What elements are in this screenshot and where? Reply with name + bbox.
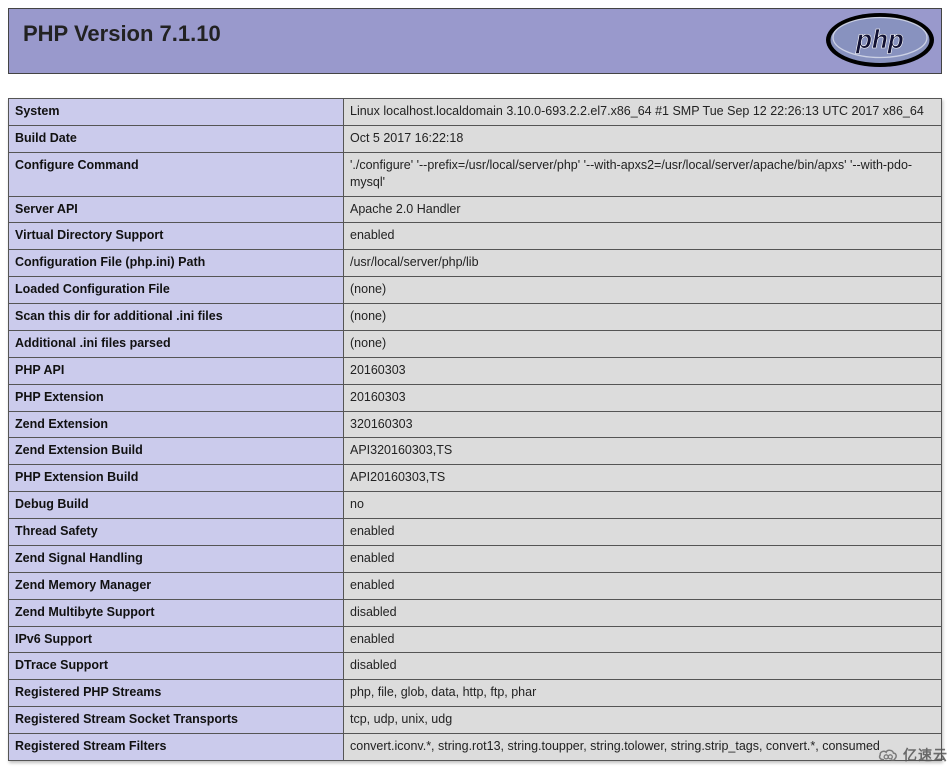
config-key: Registered Stream Filters <box>9 734 344 761</box>
table-row: DTrace Supportdisabled <box>9 653 942 680</box>
table-row: Additional .ini files parsed(none) <box>9 330 942 357</box>
phpinfo-table: SystemLinux localhost.localdomain 3.10.0… <box>8 98 942 761</box>
php-version-banner: PHP Version 7.1.10 php <box>8 8 942 74</box>
table-row: IPv6 Supportenabled <box>9 626 942 653</box>
config-key: Registered PHP Streams <box>9 680 344 707</box>
config-value: API320160303,TS <box>344 438 942 465</box>
config-key: Registered Stream Socket Transports <box>9 707 344 734</box>
table-row: Configure Command'./configure' '--prefix… <box>9 152 942 196</box>
config-value: /usr/local/server/php/lib <box>344 250 942 277</box>
config-key: Additional .ini files parsed <box>9 330 344 357</box>
config-value: 320160303 <box>344 411 942 438</box>
config-key: Debug Build <box>9 492 344 519</box>
table-row: Zend Memory Managerenabled <box>9 572 942 599</box>
config-value: enabled <box>344 572 942 599</box>
table-row: Configuration File (php.ini) Path/usr/lo… <box>9 250 942 277</box>
config-key: Scan this dir for additional .ini files <box>9 304 344 331</box>
config-key: Configure Command <box>9 152 344 196</box>
table-row: Zend Multibyte Supportdisabled <box>9 599 942 626</box>
config-value: API20160303,TS <box>344 465 942 492</box>
config-value: (none) <box>344 277 942 304</box>
table-row: Debug Buildno <box>9 492 942 519</box>
table-row: Thread Safetyenabled <box>9 519 942 546</box>
config-value: (none) <box>344 304 942 331</box>
table-row: Build DateOct 5 2017 16:22:18 <box>9 125 942 152</box>
config-key: Loaded Configuration File <box>9 277 344 304</box>
config-value: (none) <box>344 330 942 357</box>
table-row: Zend Signal Handlingenabled <box>9 545 942 572</box>
config-key: PHP Extension <box>9 384 344 411</box>
config-value: convert.iconv.*, string.rot13, string.to… <box>344 734 942 761</box>
php-version-title: PHP Version 7.1.10 <box>23 21 927 47</box>
config-key: Zend Signal Handling <box>9 545 344 572</box>
config-value: 20160303 <box>344 384 942 411</box>
config-key: IPv6 Support <box>9 626 344 653</box>
config-key: Configuration File (php.ini) Path <box>9 250 344 277</box>
table-row: PHP Extension20160303 <box>9 384 942 411</box>
config-key: DTrace Support <box>9 653 344 680</box>
table-row: Virtual Directory Supportenabled <box>9 223 942 250</box>
table-row: Zend Extension320160303 <box>9 411 942 438</box>
table-row: Server APIApache 2.0 Handler <box>9 196 942 223</box>
config-key: PHP API <box>9 357 344 384</box>
config-key: Build Date <box>9 125 344 152</box>
table-row: SystemLinux localhost.localdomain 3.10.0… <box>9 99 942 126</box>
table-row: PHP Extension BuildAPI20160303,TS <box>9 465 942 492</box>
svg-text:php: php <box>855 24 904 54</box>
config-value: no <box>344 492 942 519</box>
config-key: Thread Safety <box>9 519 344 546</box>
config-value: Apache 2.0 Handler <box>344 196 942 223</box>
table-row: PHP API20160303 <box>9 357 942 384</box>
config-key: Zend Extension <box>9 411 344 438</box>
config-value: enabled <box>344 223 942 250</box>
config-value: disabled <box>344 653 942 680</box>
config-key: Zend Multibyte Support <box>9 599 344 626</box>
config-key: Zend Extension Build <box>9 438 344 465</box>
config-value: tcp, udp, unix, udg <box>344 707 942 734</box>
config-key: System <box>9 99 344 126</box>
config-value: disabled <box>344 599 942 626</box>
config-value: Linux localhost.localdomain 3.10.0-693.2… <box>344 99 942 126</box>
config-key: Virtual Directory Support <box>9 223 344 250</box>
config-value: Oct 5 2017 16:22:18 <box>344 125 942 152</box>
config-value: enabled <box>344 519 942 546</box>
config-value: './configure' '--prefix=/usr/local/serve… <box>344 152 942 196</box>
config-value: enabled <box>344 626 942 653</box>
config-key: PHP Extension Build <box>9 465 344 492</box>
table-row: Registered Stream Socket Transportstcp, … <box>9 707 942 734</box>
config-key: Server API <box>9 196 344 223</box>
config-value: enabled <box>344 545 942 572</box>
table-row: Loaded Configuration File(none) <box>9 277 942 304</box>
config-value: php, file, glob, data, http, ftp, phar <box>344 680 942 707</box>
php-logo-icon: php <box>825 12 935 68</box>
table-row: Scan this dir for additional .ini files(… <box>9 304 942 331</box>
config-key: Zend Memory Manager <box>9 572 344 599</box>
table-row: Zend Extension BuildAPI320160303,TS <box>9 438 942 465</box>
table-row: Registered PHP Streamsphp, file, glob, d… <box>9 680 942 707</box>
config-value: 20160303 <box>344 357 942 384</box>
table-row: Registered Stream Filtersconvert.iconv.*… <box>9 734 942 761</box>
